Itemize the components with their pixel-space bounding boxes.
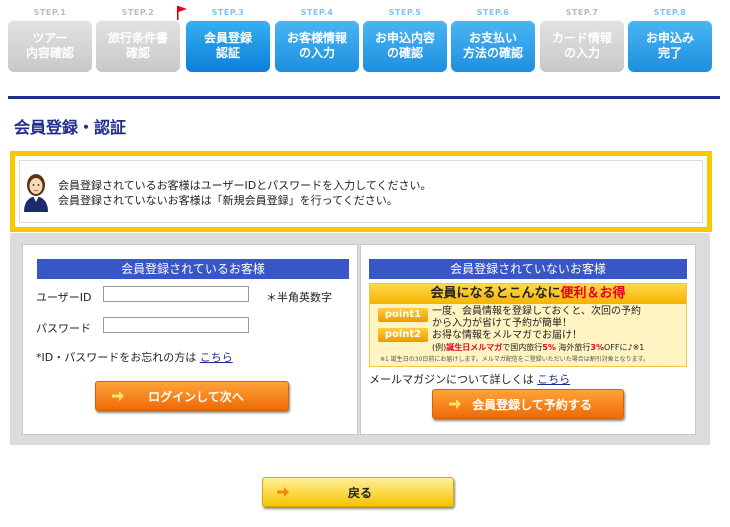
forgot-text: *ID・パスワードをお忘れの方は こちら: [36, 349, 233, 365]
step-label: カード情報 の入力: [551, 31, 612, 60]
step-label: お申込み 完了: [645, 31, 694, 60]
step-7: STEP.7 カード情報 の入力: [540, 8, 624, 72]
step-number: STEP.8: [653, 8, 687, 17]
step-box: ツアー 内容確認: [8, 20, 92, 72]
promo-example-red3: 3%: [590, 343, 604, 352]
userid-input[interactable]: [103, 286, 249, 302]
step-number: STEP.4: [300, 8, 334, 17]
step-label: 旅行条件書 確認: [107, 31, 168, 60]
operator-avatar-icon: [24, 174, 48, 212]
register-button-label: 会員登録して予約する: [472, 397, 592, 412]
notice-line-1: 会員登録されているお客様はユーザーIDとパスワードを入力してください。: [58, 179, 432, 192]
notice-text: 会員登録されているお客様はユーザーIDとパスワードを入力してください。 会員登録…: [58, 178, 432, 208]
step-label: お支払い 方法の確認: [462, 31, 523, 60]
step-8: STEP.8 お申込み 完了: [628, 8, 712, 72]
mailmag-link[interactable]: こちら: [537, 373, 570, 386]
step-box: お支払い 方法の確認: [451, 20, 535, 72]
member-benefits-banner: 会員になるとこんなに便利＆お得 point1 一度、会員情報を登録しておくと、次…: [369, 283, 687, 367]
userid-hint: ＊半角英数字: [266, 291, 332, 304]
point2-badge: point2: [378, 328, 428, 342]
promo-footnote: ※1 誕生日の30日前にお届けします。メルマガ配信をご登録いただいた場合は割引対…: [380, 356, 650, 363]
point1-line2: から入力が省けて予約が簡単！: [432, 318, 572, 329]
promo-title-pre: 会員になるとこんなに: [430, 286, 561, 301]
step-box: お申込み 完了: [628, 20, 712, 72]
promo-example-mid: で国内旅行: [502, 343, 543, 352]
step-number: STEP.3: [211, 8, 245, 17]
step-label: お申込内容 の確認: [374, 31, 435, 60]
arrow-right-icon: [449, 399, 461, 409]
step-box: カード情報 の入力: [540, 20, 624, 72]
step-number: STEP.2: [121, 8, 155, 17]
step-2: STEP.2 旅行条件書 確認: [96, 8, 180, 72]
flag-icon: [177, 6, 187, 20]
back-button-label: 戻る: [347, 485, 372, 500]
step-number: STEP.6: [476, 8, 510, 17]
register-button[interactable]: 会員登録して予約する: [432, 389, 624, 419]
step-progress-bar: STEP.1 ツアー 内容確認 STEP.2 旅行条件書 確認 STEP.3 会員登録 認…: [0, 0, 730, 80]
promo-example-red2: 5%: [542, 343, 556, 352]
promo-example: (例)誕生日メルマガで国内旅行5% 海外旅行3%OFFに♪※1: [432, 342, 644, 353]
point1-badge: point1: [378, 308, 428, 322]
password-input[interactable]: [103, 317, 249, 333]
mailmag-text: メールマガジンについて詳しくは こちら: [369, 371, 570, 387]
login-button-label: ログインして次へ: [148, 389, 244, 404]
step-label: 会員登録 認証: [203, 31, 252, 60]
step-box: 会員登録 認証: [186, 20, 270, 72]
userid-label: ユーザーID: [36, 291, 92, 304]
nonmember-panel-heading: 会員登録されていないお客様: [369, 259, 687, 279]
password-label: パスワード: [36, 322, 91, 335]
promo-example-post: OFFに♪※1: [603, 343, 645, 352]
member-panel-heading: 会員登録されているお客様: [37, 259, 349, 279]
login-button[interactable]: ログインして次へ: [95, 381, 289, 411]
promo-title: 会員になるとこんなに便利＆お得: [370, 284, 686, 304]
step-6: STEP.6 お支払い 方法の確認: [451, 8, 535, 72]
step-box: 旅行条件書 確認: [96, 20, 180, 72]
back-button[interactable]: 戻る: [262, 477, 454, 507]
point1-line1: 一度、会員情報を登録しておくと、次回の予約: [432, 306, 641, 317]
step-box: お申込内容 の確認: [363, 20, 447, 72]
mailmag-prefix: メールマガジンについて詳しくは: [369, 373, 534, 386]
step-label: ツアー 内容確認: [25, 31, 74, 60]
arrow-right-icon: [277, 487, 289, 497]
promo-example-mid2: 海外旅行: [558, 343, 591, 352]
step-number: STEP.1: [33, 8, 67, 17]
step-5: STEP.5 お申込内容 の確認: [363, 8, 447, 72]
step-number: STEP.7: [565, 8, 599, 17]
point2-text: お得な情報をメルマガでお届け！: [432, 330, 582, 341]
point1-text: 一度、会員情報を登録しておくと、次回の予約 から入力が省けて予約が簡単！: [432, 306, 641, 330]
forgot-link[interactable]: こちら: [200, 351, 233, 364]
step-1: STEP.1 ツアー 内容確認: [8, 8, 92, 72]
promo-example-pre: (例): [432, 343, 447, 352]
step-3: STEP.3 会員登録 認証: [186, 8, 270, 72]
page-title: 会員登録・認証: [14, 118, 127, 137]
step-4: STEP.4 お客様情報 の入力: [275, 8, 359, 72]
arrow-right-icon: [112, 391, 124, 401]
step-number: STEP.5: [388, 8, 422, 17]
forgot-prefix: *ID・パスワードをお忘れの方は: [36, 351, 197, 364]
promo-example-red1: 誕生日メルマガ: [446, 343, 503, 352]
step-box: お客様情報 の入力: [275, 20, 359, 72]
header-divider: [8, 96, 720, 99]
notice-line-2: 会員登録されていないお客様は「新規会員登録」を行ってください。: [58, 194, 398, 207]
promo-title-highlight: 便利＆お得: [560, 286, 626, 301]
step-label: お客様情報 の入力: [286, 31, 347, 60]
